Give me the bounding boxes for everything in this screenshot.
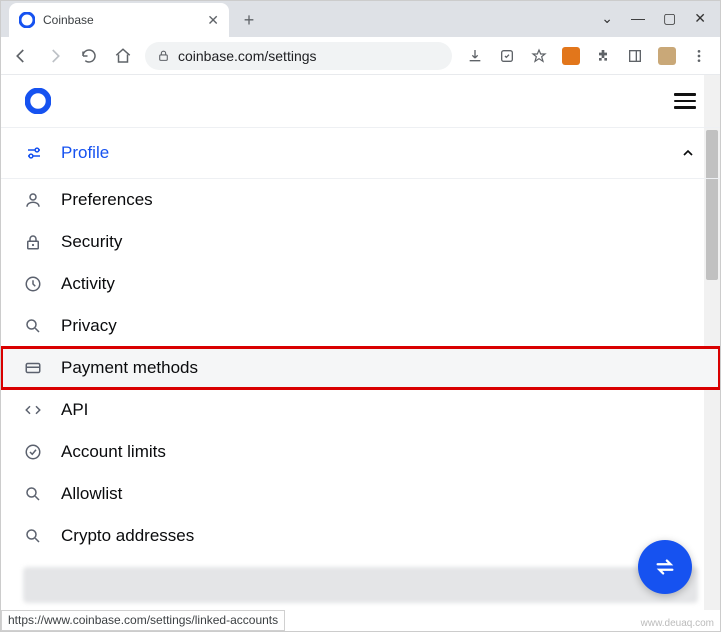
check-circle-icon (23, 442, 43, 462)
menu-label: Preferences (61, 190, 153, 210)
browser-tab[interactable]: Coinbase ✕ (9, 3, 229, 37)
reload-button[interactable] (77, 44, 101, 68)
extension-icon[interactable] (658, 47, 676, 65)
lock-icon (157, 49, 170, 62)
hamburger-menu-button[interactable] (674, 90, 696, 112)
sliders-icon (25, 144, 43, 162)
home-button[interactable] (111, 44, 135, 68)
clock-icon (23, 274, 43, 294)
browser-titlebar: Coinbase ✕ + ⌄ — ▢ ✕ (1, 1, 720, 37)
redacted-email (23, 567, 698, 603)
status-bar: https://www.coinbase.com/settings/linked… (1, 610, 285, 631)
page-content: Profile Preferences Security Activity Pr… (1, 75, 720, 610)
menu-label: Account limits (61, 442, 166, 462)
menu-item-privacy[interactable]: Privacy (1, 305, 720, 347)
menu-label: Privacy (61, 316, 117, 336)
extensions-icon[interactable] (594, 47, 612, 65)
search-icon (23, 316, 43, 336)
url-text: coinbase.com/settings (178, 48, 317, 64)
menu-item-security[interactable]: Security (1, 221, 720, 263)
download-icon[interactable] (466, 47, 484, 65)
menu-label: Crypto addresses (61, 526, 194, 546)
sidepanel-icon[interactable] (626, 47, 644, 65)
trade-fab-button[interactable] (638, 540, 692, 594)
app-header (1, 75, 720, 127)
menu-item-preferences[interactable]: Preferences (1, 179, 720, 221)
status-url: https://www.coinbase.com/settings/linked… (8, 613, 278, 627)
coinbase-logo[interactable] (25, 88, 51, 114)
tab-title: Coinbase (43, 13, 199, 27)
menu-label: Security (61, 232, 122, 252)
lock-icon (23, 232, 43, 252)
menu-item-activity[interactable]: Activity (1, 263, 720, 305)
section-title: Profile (61, 143, 109, 163)
search-icon (23, 526, 43, 546)
maximize-icon[interactable]: ▢ (663, 10, 676, 27)
menu-item-payment-methods[interactable]: Payment methods (1, 347, 720, 389)
minimize-icon[interactable]: — (631, 10, 645, 27)
chevron-up-icon (680, 145, 696, 161)
menu-item-crypto-addresses[interactable]: Crypto addresses (1, 515, 720, 557)
menu-label: API (61, 400, 88, 420)
window-close-icon[interactable]: ✕ (694, 10, 706, 27)
search-icon (23, 484, 43, 504)
menu-item-allowlist[interactable]: Allowlist (1, 473, 720, 515)
menu-item-account-limits[interactable]: Account limits (1, 431, 720, 473)
address-bar[interactable]: coinbase.com/settings (145, 42, 452, 70)
toolbar-actions (462, 47, 712, 65)
card-icon (23, 358, 43, 378)
profile-section-header[interactable]: Profile (1, 127, 720, 179)
watermark: www.deuaq.com (641, 618, 714, 629)
menu-label: Activity (61, 274, 115, 294)
new-tab-button[interactable]: + (235, 6, 263, 34)
share-icon[interactable] (498, 47, 516, 65)
code-icon (23, 400, 43, 420)
metamask-extension-icon[interactable] (562, 47, 580, 65)
star-icon[interactable] (530, 47, 548, 65)
menu-icon[interactable] (690, 47, 708, 65)
menu-item-api[interactable]: API (1, 389, 720, 431)
swap-icon (654, 556, 676, 578)
forward-button[interactable] (43, 44, 67, 68)
user-icon (23, 190, 43, 210)
settings-menu: Preferences Security Activity Privacy Pa… (1, 179, 720, 557)
caret-down-icon[interactable]: ⌄ (601, 10, 613, 27)
menu-label: Payment methods (61, 358, 198, 378)
menu-label: Allowlist (61, 484, 122, 504)
browser-toolbar: coinbase.com/settings (1, 37, 720, 75)
window-controls: ⌄ — ▢ ✕ (601, 10, 720, 37)
coinbase-favicon (19, 12, 35, 28)
close-icon[interactable]: ✕ (207, 12, 219, 29)
back-button[interactable] (9, 44, 33, 68)
